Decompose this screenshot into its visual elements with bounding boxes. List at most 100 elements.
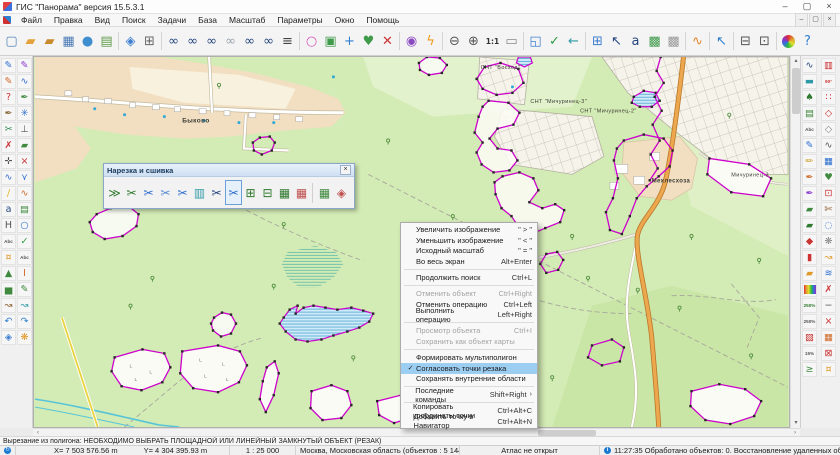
context-menu-item[interactable]: ✓Согласовать точки резака: [401, 363, 537, 374]
cut-frame-icon[interactable]: ✂: [157, 180, 174, 205]
abc-label-icon[interactable]: Abc: [802, 122, 817, 137]
blocks-multi-icon[interactable]: ▰: [802, 266, 817, 281]
zoom-250-icon[interactable]: 250%: [802, 314, 817, 329]
pointer-tool-icon[interactable]: ↖: [712, 29, 731, 53]
grid-x-icon[interactable]: ⊠: [821, 346, 836, 361]
cut-fragment-icon[interactable]: ✂: [208, 180, 225, 205]
edit-point-icon[interactable]: ✎: [17, 58, 32, 73]
menu-задачи[interactable]: Задачи: [152, 15, 193, 25]
select-frame-icon[interactable]: ▭: [502, 29, 521, 53]
fill-second-icon[interactable]: ✒: [17, 90, 32, 105]
cut-x2-icon[interactable]: ×: [821, 314, 836, 329]
m-curve-icon[interactable]: ∿: [821, 138, 836, 153]
cut-stitch-toolbar-titlebar[interactable]: Нарезка и сшивка ×: [104, 164, 354, 177]
find-refresh-icon[interactable]: ∞: [259, 29, 278, 53]
palette-icon[interactable]: ◉: [402, 29, 421, 53]
zoom-250-ok-icon[interactable]: 250%: [802, 298, 817, 313]
map-composition-icon[interactable]: ⊞: [140, 29, 159, 53]
rainbow-scale-icon[interactable]: [802, 282, 817, 297]
pencil-ruler-icon[interactable]: ✎: [802, 138, 817, 153]
route-tool-icon[interactable]: ∿: [688, 29, 707, 53]
menu-правка[interactable]: Правка: [48, 15, 89, 25]
rect-red-icon[interactable]: ▮: [802, 250, 817, 265]
undo-arrow-icon[interactable]: ↶: [1, 314, 16, 329]
confirm-selection-icon[interactable]: ✓: [545, 29, 564, 53]
cut-polygon-icon[interactable]: ✂: [225, 180, 242, 205]
freehand-second-icon[interactable]: ↝: [17, 298, 32, 313]
menu-параметры[interactable]: Параметры: [271, 15, 328, 25]
diamond-outline-icon[interactable]: ◇: [821, 106, 836, 121]
lightning-icon[interactable]: ϟ: [421, 29, 440, 53]
marker-line-icon[interactable]: /: [1, 186, 16, 201]
node-line-icon[interactable]: ∿: [17, 74, 32, 89]
context-menu-item[interactable]: Выполнить операциюLeft+Right: [401, 310, 537, 321]
menu-файл[interactable]: Файл: [15, 15, 48, 25]
find-by-name-icon[interactable]: ∞: [183, 29, 202, 53]
menu-вид[interactable]: Вид: [89, 15, 116, 25]
cut-line-icon[interactable]: ✂: [140, 180, 157, 205]
menu-масштаб[interactable]: Масштаб: [223, 15, 271, 25]
split-line-icon[interactable]: ⋎: [17, 170, 32, 185]
comb-ruler-icon[interactable]: ▥: [821, 58, 836, 73]
strip-teal-icon[interactable]: ▬: [802, 74, 817, 89]
polyline-points-icon[interactable]: ∿: [802, 58, 817, 73]
context-menu-item[interactable]: Уменьшить изображение" < ": [401, 235, 537, 246]
find-continue-icon[interactable]: ∞: [202, 29, 221, 53]
pan-screen-icon[interactable]: ◱: [526, 29, 545, 53]
status-refresh[interactable]: ↻: [0, 446, 16, 455]
heart-green-icon[interactable]: ♥: [821, 170, 836, 185]
flashlight-icon[interactable]: ¤: [1, 250, 16, 265]
merge-sheets-icon[interactable]: ≫: [106, 180, 123, 205]
sew-plus-icon[interactable]: ⊞: [242, 180, 259, 205]
cut-double-icon[interactable]: ✂: [174, 180, 191, 205]
help-pointer-icon[interactable]: ?: [798, 29, 817, 53]
pen-icon[interactable]: ✒: [802, 170, 817, 185]
center-marker-icon[interactable]: ✛: [1, 154, 16, 169]
cut-x-icon[interactable]: ✗: [821, 282, 836, 297]
cut-sheet-icon[interactable]: ✂: [123, 180, 140, 205]
context-menu-item[interactable]: Продолжить поискCtrl+L: [401, 272, 537, 283]
diamond-red-icon[interactable]: ◆: [802, 234, 817, 249]
bar-chart-icon[interactable]: ▅: [1, 282, 16, 297]
select-save-icon[interactable]: ♥: [359, 29, 378, 53]
pencil-icon[interactable]: ✏: [802, 154, 817, 169]
status-scale[interactable]: 1 : 25 000: [230, 446, 296, 455]
menu-окно[interactable]: Окно: [329, 15, 361, 25]
map-object-gray-icon[interactable]: ▩: [664, 29, 683, 53]
pen-curve-icon[interactable]: ↝: [821, 250, 836, 265]
cut-striped-icon[interactable]: ▥: [191, 180, 208, 205]
menu-помощь[interactable]: Помощь: [360, 15, 405, 25]
zoom-15-icon[interactable]: 15%: [802, 346, 817, 361]
context-menu-item[interactable]: Последние командыShift+Right›: [401, 389, 537, 400]
brushes-icon[interactable]: ✒: [802, 186, 817, 201]
mdi-minimize-icon[interactable]: –: [795, 13, 808, 27]
chevrons-green-icon[interactable]: ≥: [802, 362, 817, 377]
sew-maps-red-icon[interactable]: ▦: [293, 180, 310, 205]
save-map-icon[interactable]: ▦: [59, 29, 78, 53]
abc-second-icon[interactable]: Abc: [17, 250, 32, 265]
cut-minus-icon[interactable]: −: [821, 298, 836, 313]
mesh-circle-icon[interactable]: ❋: [821, 234, 836, 249]
context-menu-item[interactable]: Увеличить изображение" > ": [401, 224, 537, 235]
select-ellipse-icon[interactable]: ○: [302, 29, 321, 53]
find-object-icon[interactable]: ∞: [164, 29, 183, 53]
select-table-icon[interactable]: ⊞: [588, 29, 607, 53]
ruler-icon[interactable]: I: [17, 266, 32, 281]
diamond-gray-icon[interactable]: ◇: [821, 122, 836, 137]
query-object-icon[interactable]: ?: [1, 90, 16, 105]
menu-база[interactable]: База: [192, 15, 223, 25]
sew-maps-icon[interactable]: ▦: [276, 180, 293, 205]
blocks-two-icon[interactable]: ▰: [802, 218, 817, 233]
objects-list-icon[interactable]: ≡: [278, 29, 297, 53]
close-icon[interactable]: ×: [818, 0, 840, 13]
color-wheel-icon[interactable]: [779, 29, 798, 53]
context-menu-item[interactable]: Во весь экранAlt+Enter: [401, 256, 537, 267]
edit-green-icon[interactable]: ✎: [17, 282, 32, 297]
symbol-abc-icon[interactable]: Abc: [1, 234, 16, 249]
dots-frame-icon[interactable]: ∷: [821, 90, 836, 105]
object-card-icon[interactable]: a: [626, 29, 645, 53]
select-polygon-icon[interactable]: ▣: [321, 29, 340, 53]
green-block-icon[interactable]: ▰: [17, 138, 32, 153]
gear-icon[interactable]: ❋: [17, 330, 32, 345]
vertical-scroll-thumb[interactable]: [792, 68, 800, 114]
